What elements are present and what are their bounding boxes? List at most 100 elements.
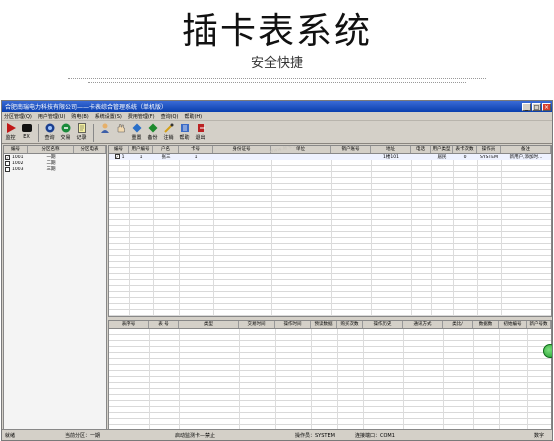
grid-line <box>129 154 130 316</box>
grid-line <box>473 329 474 430</box>
menu-buy[interactable]: 购电(B) <box>71 113 88 120</box>
monitor-button[interactable]: 监控 <box>3 122 18 143</box>
menu-help[interactable]: 帮助(H) <box>184 113 202 120</box>
partition-row[interactable]: 1003 三期 <box>4 166 106 172</box>
app-window: 合肥南瑞电力科技有限公司——卡表综合管理系统（单机版） _ □ × 分区管理(Q… <box>1 100 553 441</box>
column-header[interactable]: 户名 <box>153 146 179 153</box>
column-header[interactable]: 表卡次数 <box>453 146 477 153</box>
table-row[interactable]: ✓ 1 1 张三 1 1楼101 居民 0 SYSTEM 新用户,添加时... <box>109 154 551 160</box>
toolbar-separator <box>93 124 94 142</box>
reset-button[interactable]: 重置 <box>129 122 144 143</box>
help-button[interactable]: 帮助 <box>177 122 192 143</box>
backup-icon <box>148 123 157 133</box>
column-header[interactable]: 表序号 <box>109 321 149 328</box>
backup-button[interactable]: 备份 <box>145 122 160 143</box>
column-header[interactable]: 购买次数 <box>337 321 363 328</box>
hand-button[interactable] <box>113 122 128 143</box>
column-header[interactable]: 用户编号 <box>129 146 153 153</box>
column-header[interactable]: 分区名称 <box>28 146 74 153</box>
reset-icon <box>132 123 141 133</box>
window-title: 合肥南瑞电力科技有限公司——卡表综合管理系统（单机版） <box>5 104 168 111</box>
menu-bar: 分区管理(Q) 用户管理(U) 购电(B) 系统设置(S) 费用管理(F) 查询… <box>2 112 552 121</box>
tool-label: 查询 <box>44 135 55 141</box>
trade-icon <box>61 123 70 133</box>
grid-line <box>337 329 338 430</box>
floating-action-button[interactable] <box>543 344 552 358</box>
toolbar-separator <box>38 124 39 142</box>
menu-query[interactable]: 查询(Q) <box>161 113 179 120</box>
tool-label: 交易 <box>60 135 71 141</box>
cell: 1 <box>139 154 143 160</box>
column-header[interactable]: 类比/ <box>443 321 473 328</box>
user-button[interactable] <box>97 122 112 143</box>
grid-line <box>149 329 150 430</box>
column-header[interactable]: 销户账号 <box>331 146 371 153</box>
column-header[interactable]: 编号 <box>109 146 129 153</box>
cell: 新用户,添加时... <box>509 155 543 160</box>
status-partition: 当前分区：一期 <box>65 432 101 439</box>
tool-label: 重置 <box>131 135 142 141</box>
column-header[interactable]: 身份证号 <box>213 146 271 153</box>
minimize-button[interactable]: _ <box>522 102 531 111</box>
grid-line <box>501 154 502 316</box>
menu-user[interactable]: 用户管理(U) <box>38 113 66 120</box>
column-header[interactable]: 交易时间 <box>239 321 275 328</box>
grid-line <box>213 154 214 316</box>
transaction-table: 表序号 表 号 类型 交易时间 操作时间 预读数据 购买次数 操作历史 通讯方式… <box>108 320 552 431</box>
column-header[interactable]: 备注 <box>501 146 551 153</box>
close-button[interactable]: × <box>542 102 551 111</box>
partition-id: 1003 <box>12 166 24 172</box>
status-ready: 就绪 <box>5 432 16 439</box>
grid-line <box>153 154 154 316</box>
column-header[interactable]: 预读数据 <box>311 321 337 328</box>
column-header[interactable]: 分区电表 <box>74 146 106 153</box>
grid-lines <box>109 154 551 316</box>
column-header[interactable]: 类型 <box>179 321 239 328</box>
grid-line <box>363 329 364 430</box>
column-header[interactable]: 用户类型 <box>431 146 453 153</box>
column-header[interactable]: 数据数 <box>473 321 499 328</box>
column-header[interactable]: 表 号 <box>149 321 179 328</box>
status-port: 连接端口：COM1 <box>355 432 395 439</box>
divider <box>68 78 486 79</box>
checkbox[interactable]: ✓ <box>114 154 120 159</box>
column-header[interactable]: 操作员 <box>477 146 501 153</box>
column-header[interactable]: 通讯方式 <box>403 321 443 328</box>
grid-line <box>431 154 432 316</box>
trade-button[interactable]: 交易 <box>58 122 73 143</box>
cell: ✓ 1 <box>114 154 125 160</box>
column-header[interactable]: 新户号数 <box>527 321 551 328</box>
user-table-header: 编号 用户编号 户名 卡号 身份证号 单位 销户账号 地址 电话 用户类型 表卡… <box>109 146 551 154</box>
column-header[interactable]: 操作时间 <box>275 321 311 328</box>
tool-label: 帮助 <box>179 135 190 141</box>
menu-partition[interactable]: 分区管理(Q) <box>4 113 32 120</box>
column-header[interactable]: 电话 <box>411 146 431 153</box>
grid-line <box>271 154 272 316</box>
user-icon <box>100 123 109 133</box>
stop-button[interactable]: EX <box>19 122 34 143</box>
partition-name: 三期 <box>46 167 56 172</box>
partition-id: 1001 <box>12 154 24 160</box>
record-button[interactable]: 记录 <box>74 122 89 143</box>
tool-label: 记录 <box>76 135 87 141</box>
menu-fee[interactable]: 费用管理(F) <box>128 113 155 120</box>
cell: 0 <box>463 154 467 160</box>
exit-button[interactable]: 退出 <box>193 122 208 143</box>
logout-icon <box>163 123 173 133</box>
hero-subtitle: 安全快捷 <box>250 56 303 71</box>
column-header[interactable]: 操作历史 <box>363 321 403 328</box>
tool-label: 退出 <box>195 135 206 141</box>
logout-button[interactable]: 注销 <box>161 122 176 143</box>
column-header[interactable]: 编号 <box>4 146 28 153</box>
column-header[interactable]: 地址 <box>371 146 411 153</box>
query-button[interactable]: 查询 <box>42 122 57 143</box>
maximize-button[interactable]: □ <box>532 102 541 111</box>
column-header[interactable]: 卡号 <box>179 146 213 153</box>
partition-panel: 编号 分区名称 分区电表 ✓ 1001 一期 1002 二期 1003 三期 <box>3 145 107 431</box>
status-operator: 操作员：SYSTEM <box>295 432 335 439</box>
menu-system[interactable]: 系统设置(S) <box>95 113 122 120</box>
partition-table-header: 编号 分区名称 分区电表 <box>4 146 106 154</box>
help-icon <box>180 124 189 132</box>
column-header[interactable]: 初始编号 <box>499 321 527 328</box>
cell: 1楼101 <box>383 155 399 160</box>
